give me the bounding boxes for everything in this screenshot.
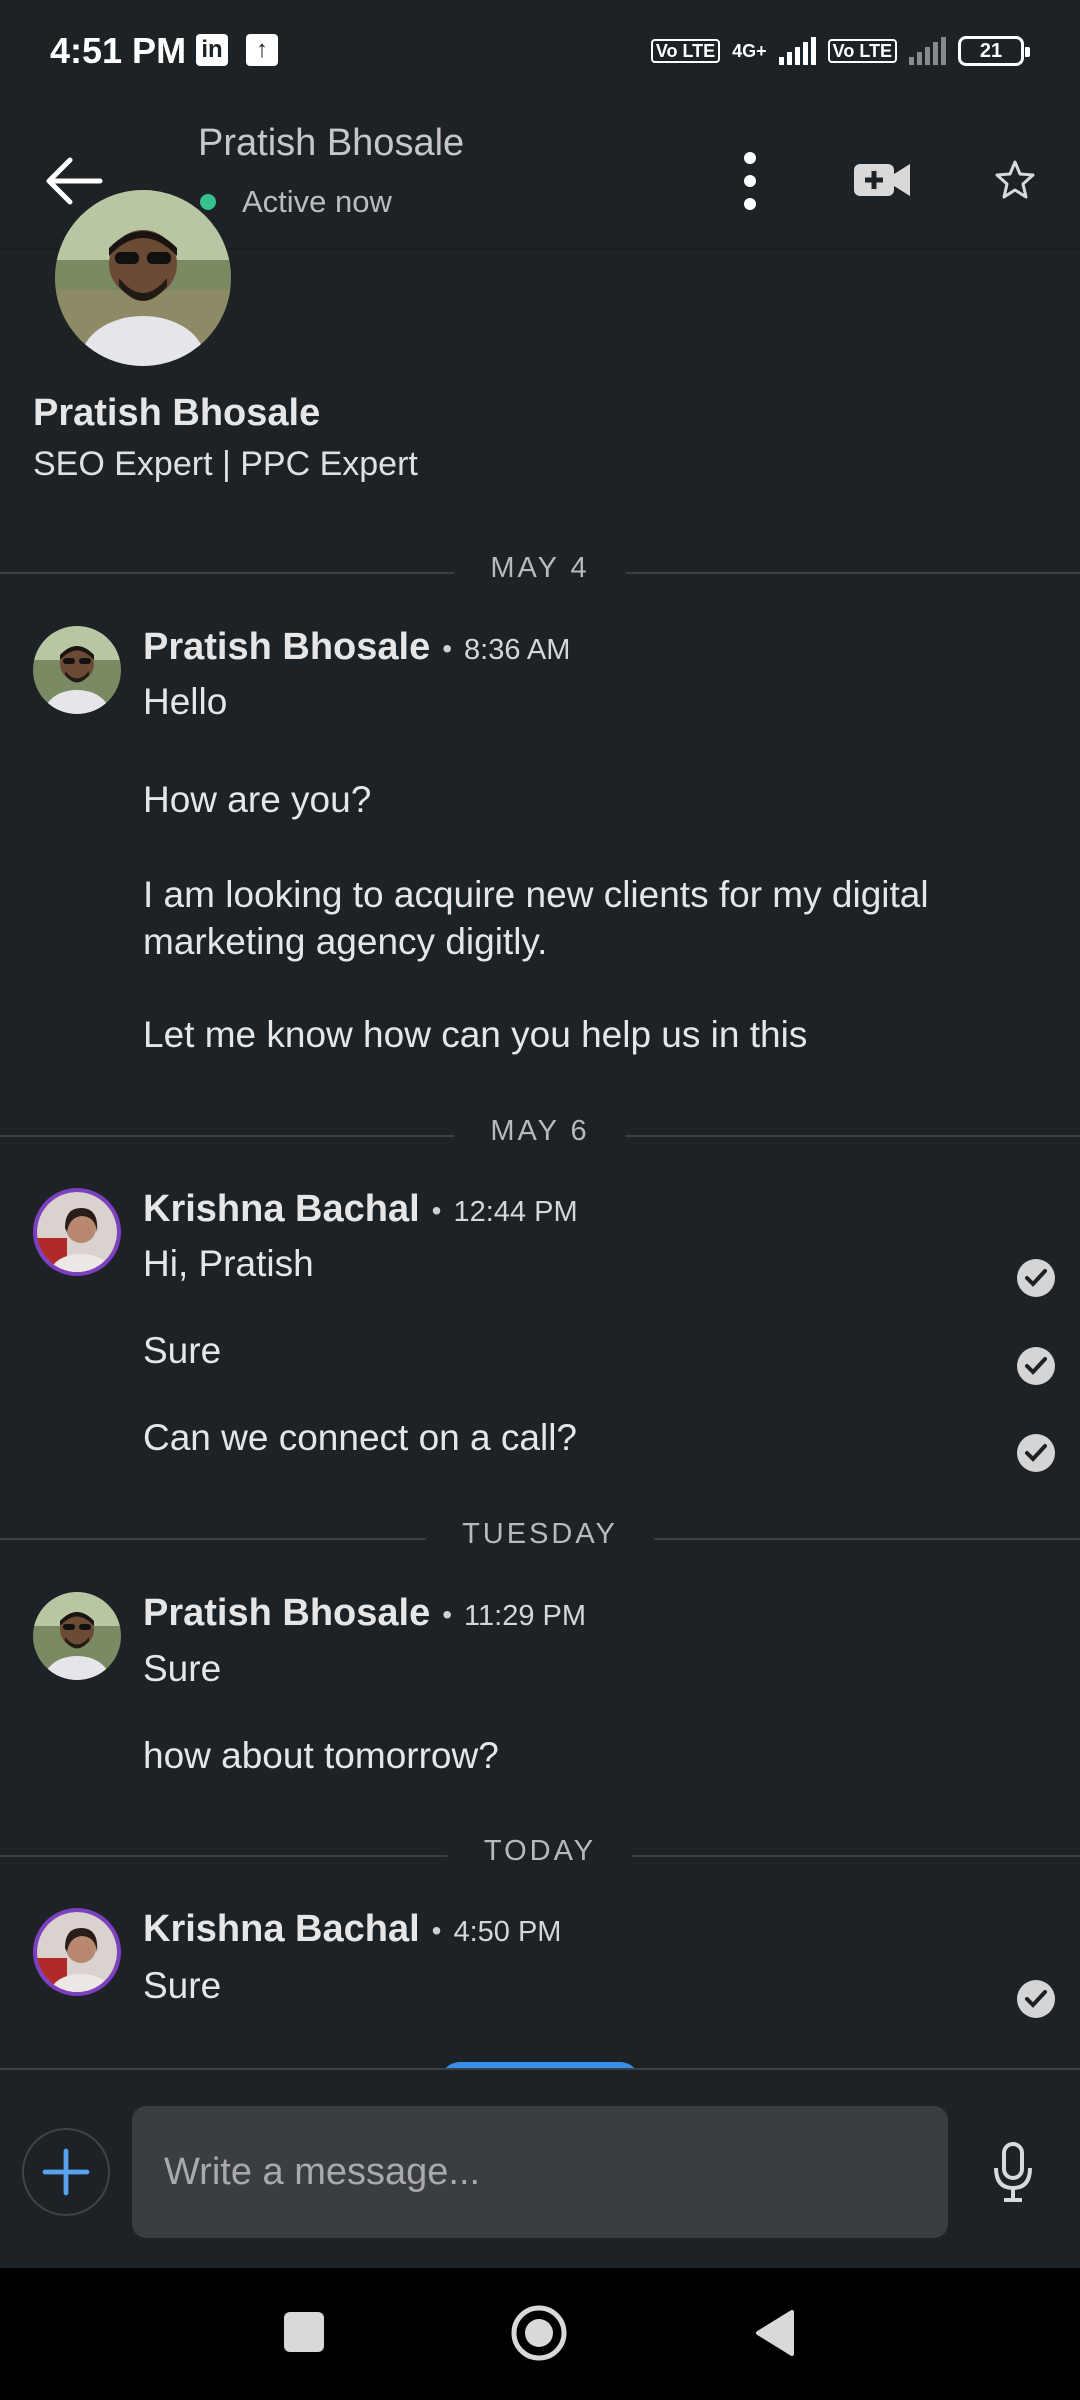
- message-header: Krishna Bachal • 12:44 PM: [143, 1188, 578, 1230]
- message-text: Sure: [143, 1330, 222, 1371]
- message-input[interactable]: [132, 2106, 948, 2238]
- message-header: Krishna Bachal • 4:50 PM: [143, 1908, 562, 1950]
- signal-icon-2: [909, 37, 946, 65]
- profile-headline: SEO Expert | PPC Expert: [33, 445, 418, 483]
- volte-icon-2: Vo LTE: [827, 39, 897, 63]
- star-icon[interactable]: [990, 150, 1040, 210]
- presence-status: Active now: [198, 184, 392, 220]
- message-time: 11:29 PM: [464, 1600, 587, 1632]
- microphone-icon[interactable]: [990, 2140, 1036, 2204]
- signal-icon: [778, 37, 816, 65]
- seen-check-icon: [1017, 1347, 1055, 1385]
- battery-icon: 21: [958, 36, 1030, 66]
- more-options-icon[interactable]: [730, 146, 770, 216]
- sender-avatar[interactable]: [33, 626, 121, 714]
- date-divider: TODAY: [0, 1835, 1080, 1868]
- message-header: Pratish Bhosale • 11:29 PM: [143, 1592, 587, 1634]
- sender-avatar-hiring[interactable]: [33, 1908, 121, 1996]
- message-text: I am looking to acquire new clients for …: [143, 874, 929, 962]
- status-bar: 4:51 PM in ↑ Vo LTE 4G+ Vo LTE 21: [0, 0, 1080, 110]
- sender-name[interactable]: Pratish Bhosale: [143, 1592, 430, 1634]
- add-attachment-button[interactable]: [22, 2128, 110, 2216]
- message-time: 12:44 PM: [453, 1196, 578, 1228]
- message-composer: [0, 2068, 1080, 2268]
- message-text: Sure: [143, 1648, 222, 1689]
- message-text: How are you?: [143, 779, 372, 820]
- date-divider: TUESDAY: [0, 1518, 1080, 1551]
- video-call-icon[interactable]: [850, 150, 914, 210]
- message-header: Pratish Bhosale • 8:36 AM: [143, 626, 571, 668]
- message-time: 8:36 AM: [464, 634, 571, 666]
- message-text: Hello: [143, 681, 228, 722]
- message-text: how about tomorrow?: [143, 1735, 499, 1776]
- sender-avatar[interactable]: [33, 1592, 121, 1680]
- network-type: 4G+: [732, 41, 767, 61]
- message-time: 4:50 PM: [453, 1916, 562, 1948]
- sender-name[interactable]: Krishna Bachal: [143, 1908, 420, 1950]
- seen-check-icon: [1017, 1259, 1055, 1297]
- status-indicators: Vo LTE 4G+ Vo LTE 21: [650, 36, 1030, 66]
- date-divider: MAY 4: [0, 552, 1080, 585]
- date-label: MAY 4: [454, 552, 626, 585]
- date-label: TUESDAY: [426, 1518, 654, 1551]
- recent-apps-button[interactable]: [284, 2312, 324, 2352]
- sender-avatar-hiring[interactable]: [33, 1188, 121, 1276]
- seen-check-icon: [1017, 1980, 1055, 2018]
- seen-check-icon: [1017, 1434, 1055, 1472]
- home-button[interactable]: [510, 2304, 568, 2362]
- volte-icon: Vo LTE: [650, 39, 721, 63]
- message-text: Can we connect on a call?: [143, 1417, 577, 1458]
- date-label: TODAY: [447, 1835, 633, 1868]
- date-divider: MAY 6: [0, 1115, 1080, 1148]
- date-label: MAY 6: [454, 1115, 626, 1148]
- sender-name[interactable]: Krishna Bachal: [143, 1188, 420, 1230]
- sender-name[interactable]: Pratish Bhosale: [143, 626, 430, 668]
- message-text: Hi, Pratish: [143, 1243, 314, 1284]
- linkedin-notification-icon: in: [196, 34, 228, 66]
- header-contact-name[interactable]: Pratish Bhosale: [198, 122, 464, 165]
- system-back-button[interactable]: [752, 2308, 796, 2358]
- message-text: Sure: [143, 1965, 222, 2006]
- upload-notification-icon: ↑: [246, 34, 278, 66]
- profile-name[interactable]: Pratish Bhosale: [33, 392, 320, 435]
- system-navigation-bar: [0, 2268, 1080, 2400]
- status-time: 4:51 PM: [50, 30, 187, 71]
- profile-avatar[interactable]: [55, 190, 231, 366]
- message-text: Let me know how can you help us in this: [143, 1014, 808, 1055]
